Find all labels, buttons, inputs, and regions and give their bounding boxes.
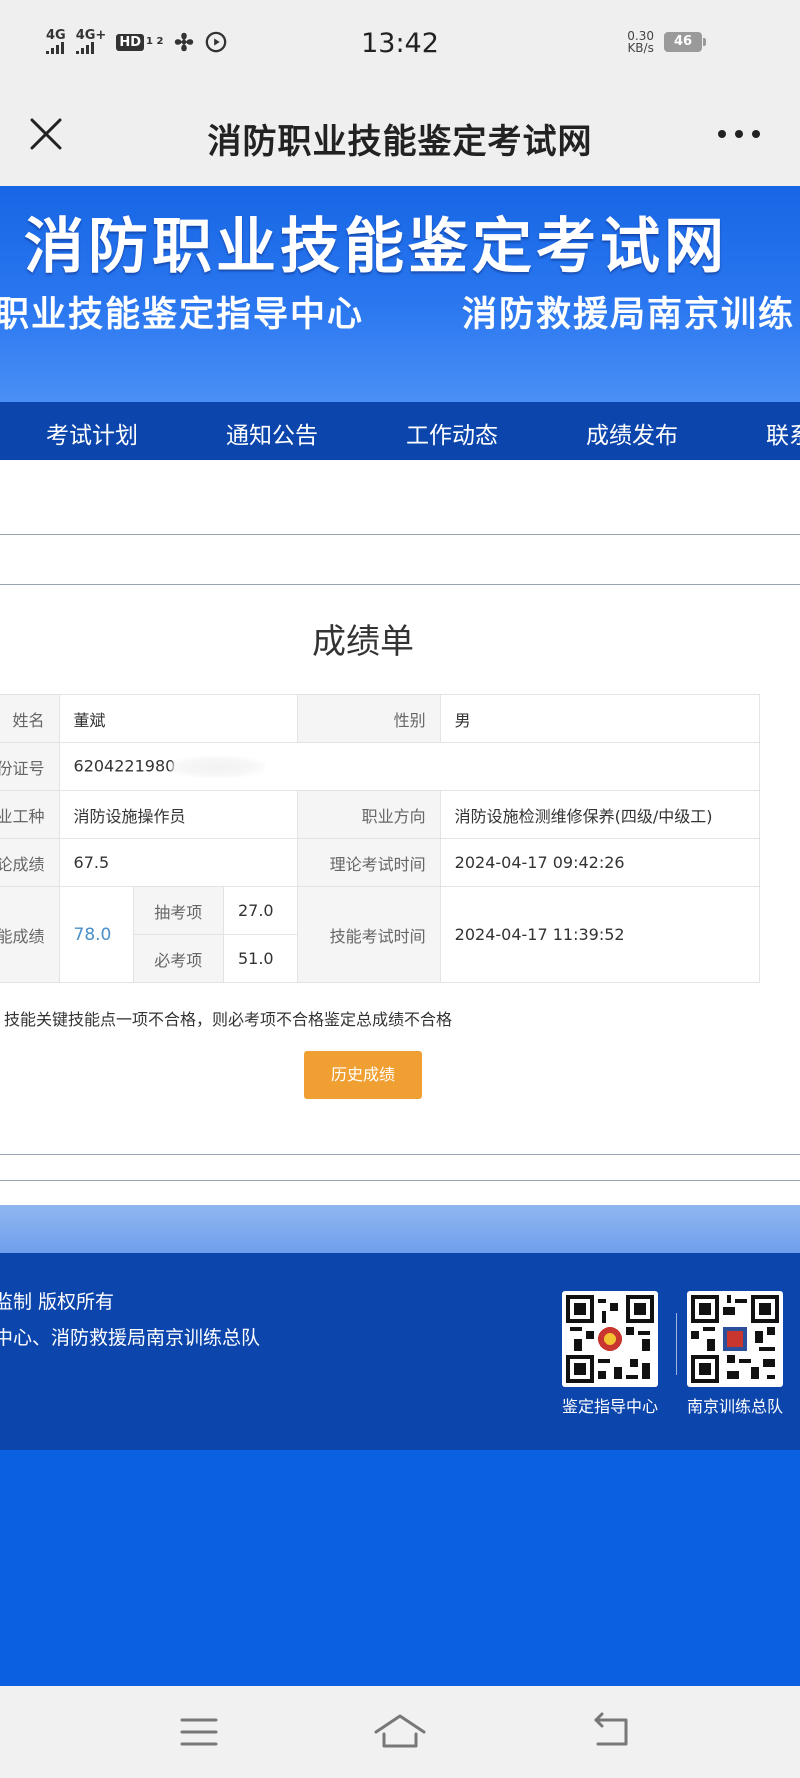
table-row: 理论成绩 67.5 理论考试时间 2024-04-17 09:42:26 — [0, 838, 761, 887]
table-row: 技能成绩 78.0 抽考项 27.0 技能考试时间 2024-04-17 11:… — [0, 886, 761, 983]
divider — [0, 584, 800, 585]
page-bottom-area — [0, 1450, 800, 1686]
site-footer: 监制 版权所有 中心、消防救援局南京训练总队 鉴定指导中心 南京训练总队 — [0, 1253, 800, 1450]
menu-item-notices[interactable]: 通知公告 — [226, 416, 318, 450]
id-value: 6204221980 — [73, 756, 176, 775]
skill-value: 78.0 — [58, 886, 134, 983]
divider — [0, 1154, 800, 1155]
qr-caption-nanjing-corps: 南京训练总队 — [686, 1397, 783, 1416]
name-value: 董斌 — [58, 694, 298, 743]
footer-organization: 中心、消防救援局南京训练总队 — [0, 1327, 261, 1349]
score-note: 技能关键技能点一项不合格，则必考项不合格鉴定总成绩不合格 — [4, 1010, 453, 1029]
qr-code-icon — [687, 1291, 783, 1387]
direction-label: 职业方向 — [296, 790, 441, 839]
banner-subtitle-right: 消防救援局南京训练 — [462, 295, 796, 335]
divider — [0, 1180, 800, 1181]
footer-copyright: 监制 版权所有 — [0, 1291, 115, 1313]
table-row: 姓名 董斌 性别 男 — [0, 694, 761, 743]
network-speed: 0.30 KB/s — [627, 30, 654, 54]
id-label: 身份证号 — [0, 742, 60, 791]
site-banner: 消防职业技能鉴定考试网 职业技能鉴定指导中心 消防救援局南京训练 — [0, 186, 800, 402]
score-table: 姓名 董斌 性别 男 身份证号 6204221980 职业工种 消防设施操作员 … — [0, 694, 761, 983]
theory-label: 理论成绩 — [0, 838, 60, 887]
qr-caption-guidance-center: 鉴定指导中心 — [561, 1397, 658, 1416]
page-title: 消防职业技能鉴定考试网 — [207, 122, 593, 162]
gender-label: 性别 — [296, 694, 441, 743]
job-label: 职业工种 — [0, 790, 60, 839]
menu-item-exam-plan[interactable]: 考试计划 — [46, 416, 138, 450]
app-navigation-bar: 消防职业技能鉴定考试网 — [0, 92, 800, 186]
menu-item-results[interactable]: 成绩发布 — [586, 416, 678, 450]
sample-item-value: 27.0 — [222, 886, 298, 935]
status-bar: 4G 4G+ HD 1 2 13:42 0.30 KB/s 46 — [0, 0, 800, 92]
table-row: 身份证号 6204221980 — [0, 742, 761, 791]
battery-icon: 46 — [664, 32, 706, 52]
divider — [0, 534, 800, 535]
gender-value: 男 — [439, 694, 761, 743]
skill-label: 技能成绩 — [0, 886, 60, 983]
qr-block-guidance-center: 鉴定指导中心 — [555, 1291, 665, 1417]
more-options-icon[interactable] — [714, 122, 764, 146]
system-navigation-bar — [0, 1686, 800, 1778]
score-sheet-title: 成绩单 — [312, 622, 414, 662]
skill-time-label: 技能考试时间 — [296, 886, 441, 983]
banner-title: 消防职业技能鉴定考试网 — [24, 212, 728, 282]
network-speed-unit: KB/s — [627, 41, 654, 55]
skill-time-value: 2024-04-17 11:39:52 — [439, 886, 761, 983]
battery-level: 46 — [673, 34, 693, 49]
footer-band — [0, 1205, 800, 1253]
theory-time-label: 理论考试时间 — [296, 838, 441, 887]
job-value: 消防设施操作员 — [58, 790, 298, 839]
sample-item-label: 抽考项 — [132, 886, 224, 935]
id-redaction — [169, 755, 266, 778]
menu-item-news[interactable]: 工作动态 — [406, 416, 498, 450]
qr-block-nanjing-corps: 南京训练总队 — [680, 1291, 790, 1417]
qr-separator — [676, 1313, 677, 1375]
theory-time-value: 2024-04-17 09:42:26 — [439, 838, 761, 887]
theory-value: 67.5 — [58, 838, 298, 887]
table-row: 职业工种 消防设施操作员 职业方向 消防设施检测维修保养(四级/中级工) — [0, 790, 761, 839]
site-menu: 考试计划 通知公告 工作动态 成绩发布 联系 — [0, 402, 800, 460]
required-item-label: 必考项 — [132, 934, 224, 983]
back-icon[interactable] — [588, 1710, 634, 1754]
qr-code-icon — [562, 1291, 658, 1387]
home-icon[interactable] — [372, 1710, 428, 1754]
name-label: 姓名 — [0, 694, 60, 743]
history-scores-button[interactable]: 历史成绩 — [304, 1051, 422, 1099]
status-icons-right: 0.30 KB/s 46 — [627, 30, 706, 54]
menu-item-contact[interactable]: 联系 — [766, 416, 800, 450]
direction-value: 消防设施检测维修保养(四级/中级工) — [439, 790, 761, 839]
banner-subtitle-left: 职业技能鉴定指导中心 — [0, 295, 365, 335]
id-cell: 6204221980 — [58, 742, 761, 791]
required-item-value: 51.0 — [222, 934, 298, 983]
menu-icon[interactable] — [176, 1710, 222, 1754]
